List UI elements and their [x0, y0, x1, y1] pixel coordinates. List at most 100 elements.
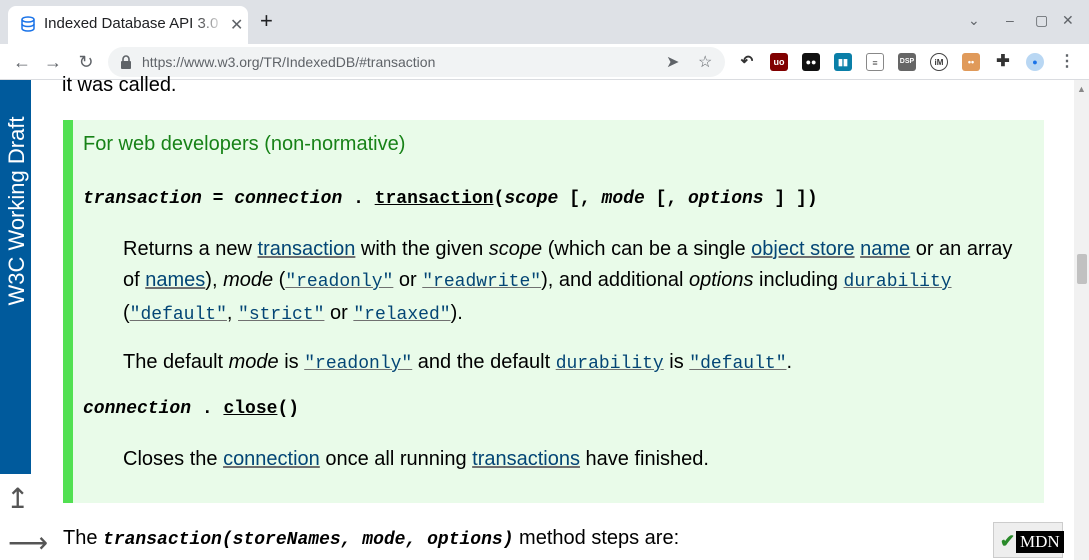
text: . — [786, 351, 793, 373]
url-path: /TR/IndexedDB/#transaction — [259, 54, 436, 70]
reload-icon[interactable]: ↻ — [74, 50, 98, 74]
close-description: Closes the connection once all running t… — [123, 444, 1023, 475]
tab-search-icon[interactable]: ⌄ — [968, 12, 980, 29]
options-term: options — [688, 269, 754, 291]
sig-arg-scope: scope — [504, 189, 559, 209]
method-steps-intro: The transaction(storeNames, mode, option… — [63, 527, 679, 550]
readonly-link[interactable]: "readonly" — [304, 354, 412, 374]
close-method-link[interactable]: close — [223, 399, 277, 419]
profile-avatar[interactable]: ● — [1026, 53, 1044, 71]
send-icon[interactable]: ➤ — [666, 52, 679, 72]
mode-term: mode — [223, 269, 274, 291]
cut-off-text: it was called. — [62, 74, 177, 96]
side-nav: ↥ ⟶ — [0, 474, 48, 560]
note-heading: For web developers (non-normative) — [83, 133, 406, 155]
back-to-top-icon[interactable]: ↥ — [6, 482, 29, 515]
transactions-link[interactable]: transactions — [472, 448, 580, 470]
url-domain: https://www.w3.org — [142, 54, 260, 70]
extension-face-icon[interactable]: •• — [962, 53, 980, 71]
text: including — [753, 269, 844, 291]
extension-arrow-icon[interactable]: ↶ — [738, 53, 756, 71]
durability-link[interactable]: durability — [556, 354, 664, 374]
sig-dot: . — [342, 189, 375, 209]
sig-arg-mode: mode — [601, 189, 645, 209]
text: ). — [450, 302, 463, 324]
text: or — [393, 269, 423, 291]
text: ), and additional — [541, 269, 689, 291]
readwrite-link[interactable]: "readwrite" — [422, 272, 541, 292]
text: Closes the — [123, 448, 224, 470]
w3c-status-label-wrap: W3C Working Draft — [0, 80, 31, 340]
sig-mid2: [, — [644, 189, 688, 209]
text: once all running — [319, 448, 473, 470]
object-store-link[interactable]: object store — [751, 238, 854, 260]
strict-link[interactable]: "strict" — [238, 305, 324, 325]
sig-result: transaction — [83, 189, 202, 209]
method-signature-code: transaction(storeNames, mode, options) — [103, 530, 514, 550]
text: The default — [123, 351, 229, 373]
puzzle-icon[interactable]: ✚ — [994, 53, 1012, 71]
minimize-icon[interactable]: – — [1006, 12, 1014, 28]
tab-strip: Indexed Database API 3.0 ✕ + ⌄ – ▢ ✕ — [0, 0, 1089, 44]
scope-term: scope — [488, 238, 543, 260]
text: is — [278, 351, 305, 373]
close-signature: connection . close() — [83, 399, 299, 419]
text: , — [226, 302, 239, 324]
page-scrollbar[interactable]: ▲ — [1074, 80, 1089, 560]
transaction-link[interactable]: transaction — [258, 238, 356, 260]
scroll-up-icon[interactable]: ▲ — [1077, 84, 1086, 94]
close-tab-icon[interactable]: ✕ — [230, 15, 243, 35]
new-tab-button[interactable]: + — [260, 10, 273, 32]
database-icon — [21, 16, 35, 32]
extension-reader-icon[interactable]: ≡ — [866, 53, 884, 71]
close-window-icon[interactable]: ✕ — [1062, 12, 1074, 29]
forward-icon[interactable]: → — [41, 50, 65, 74]
browser-tab[interactable]: Indexed Database API 3.0 ✕ — [8, 6, 248, 44]
maximize-icon[interactable]: ▢ — [1035, 12, 1048, 29]
text: ), — [205, 269, 224, 291]
tab-title-fade — [194, 12, 224, 36]
mdn-label: MDN — [1016, 531, 1064, 553]
mdn-badge[interactable]: ✔ MDN — [993, 522, 1064, 558]
extension-eyes-icon[interactable]: ●● — [802, 53, 820, 71]
back-icon[interactable]: ← — [10, 50, 34, 74]
connection-link[interactable]: connection — [223, 448, 320, 470]
sig-dot: . — [191, 399, 224, 419]
check-icon: ✔ — [1000, 531, 1016, 551]
sig-close: ] ]) — [763, 189, 818, 209]
text: method steps are: — [513, 527, 680, 549]
default-link[interactable]: "default" — [130, 305, 227, 325]
scroll-thumb[interactable] — [1077, 254, 1087, 284]
text: with the given — [355, 238, 489, 260]
bookmark-star-icon[interactable]: ☆ — [698, 52, 712, 72]
text: ( — [273, 269, 286, 291]
sig-open: ( — [493, 189, 505, 209]
sig-eq: = — [201, 189, 235, 209]
names-link[interactable]: names — [145, 269, 205, 291]
transaction-method-link[interactable]: transaction — [375, 189, 494, 209]
developer-note: For web developers (non-normative) trans… — [63, 120, 1044, 503]
mode-term: mode — [228, 351, 279, 373]
default-link[interactable]: "default" — [689, 354, 786, 374]
address-bar[interactable]: https://www.w3.org/TR/IndexedDB/#transac… — [108, 47, 725, 77]
transaction-description: Returns a new transaction with the given… — [123, 234, 1023, 331]
extension-book-icon[interactable]: ▮▮ — [834, 53, 852, 71]
extension-dsp-icon[interactable]: DSP — [898, 53, 916, 71]
toc-toggle-icon[interactable]: ⟶ — [8, 526, 48, 559]
sig-arg-options: options — [687, 189, 764, 209]
sig-object: connection — [234, 189, 343, 209]
readonly-link[interactable]: "readonly" — [285, 272, 393, 292]
lock-icon — [121, 55, 131, 69]
menu-icon[interactable]: ⋮ — [1058, 53, 1076, 71]
ublock-icon[interactable]: uo — [770, 53, 788, 71]
text: ( — [123, 302, 130, 324]
relaxed-link[interactable]: "relaxed" — [353, 305, 450, 325]
transaction-signature: transaction = connection . transaction(s… — [83, 189, 818, 209]
durability-link[interactable]: durability — [844, 272, 952, 292]
text: and the default — [412, 351, 556, 373]
text: have finished. — [579, 448, 709, 470]
sig-object: connection — [83, 399, 192, 419]
extension-im-icon[interactable]: iM — [930, 53, 948, 71]
name-link[interactable]: name — [860, 238, 910, 260]
default-mode-description: The default mode is "readonly" and the d… — [123, 347, 1023, 380]
